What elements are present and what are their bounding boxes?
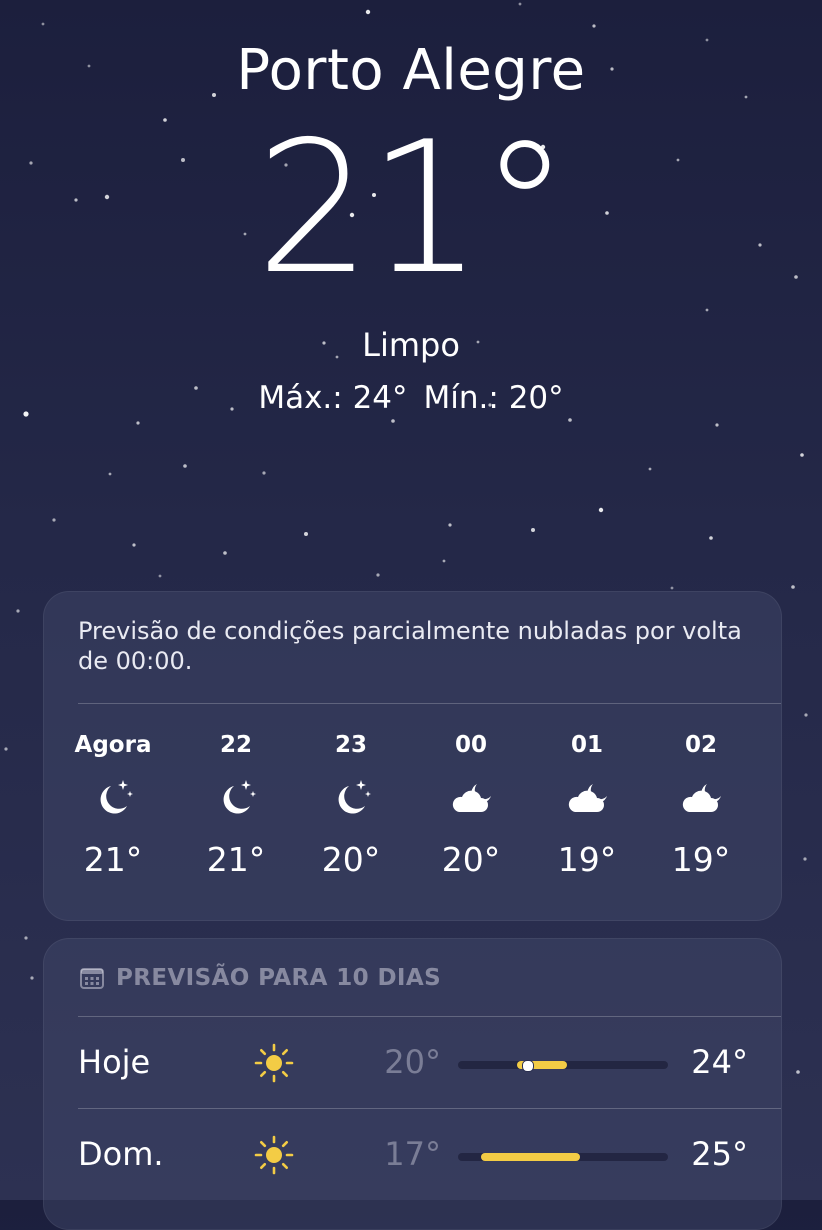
temp-range-bar xyxy=(458,1153,668,1161)
day-row[interactable]: Hoje 20° 24° xyxy=(44,1017,781,1109)
moon-stars-icon xyxy=(223,780,256,814)
day-row[interactable]: Dom. 17° 25° xyxy=(44,1109,781,1201)
condition-text: Limpo xyxy=(362,326,460,364)
cloud-moon-icon xyxy=(682,784,721,812)
hour-temp: 21° xyxy=(206,840,266,879)
ten-day-forecast-card[interactable]: PREVISÃO PARA 10 DIAS Hoje 20° 24° Dom. xyxy=(43,938,782,1230)
hour-label: 01 xyxy=(570,732,603,758)
day-name: Dom. xyxy=(78,1135,164,1173)
moon-stars-icon xyxy=(338,780,371,814)
high-low-temps: Máx.: 24° Mín.: 20° xyxy=(0,380,822,416)
hour-temp: 19° xyxy=(557,840,617,879)
day-high-temp: 25° xyxy=(691,1135,748,1173)
hour-label: 22 xyxy=(219,732,252,758)
cloud-moon-icon xyxy=(452,784,491,812)
hour-label: 02 xyxy=(684,732,717,758)
sun-icon xyxy=(254,1135,294,1175)
divider xyxy=(78,703,781,704)
sun-icon xyxy=(254,1043,294,1083)
day-high-temp: 24° xyxy=(691,1043,748,1081)
ten-day-header: PREVISÃO PARA 10 DIAS xyxy=(80,965,441,991)
calendar-icon xyxy=(80,968,104,989)
temp-range-fill xyxy=(481,1153,580,1161)
hour-temp: 19° xyxy=(671,840,731,879)
hour-temp: 21° xyxy=(83,840,143,879)
day-low-temp: 17° xyxy=(384,1135,441,1173)
high-temp: Máx.: 24° xyxy=(258,380,408,416)
temp-range-bar xyxy=(458,1060,668,1072)
low-temp: Mín.: 20° xyxy=(423,380,564,416)
hour-item[interactable]: 02 19° xyxy=(646,732,756,879)
city-name: Porto Alegre xyxy=(236,38,586,103)
day-name: Hoje xyxy=(78,1043,151,1081)
hour-label: 00 xyxy=(454,732,487,758)
day-low-temp: 20° xyxy=(384,1043,441,1081)
forecast-summary: Previsão de condições parcialmente nubla… xyxy=(78,617,742,675)
hourly-forecast-card[interactable]: Previsão de condições parcialmente nubla… xyxy=(43,591,782,921)
hour-temp: 20° xyxy=(321,840,381,879)
moon-stars-icon xyxy=(100,780,133,814)
ten-day-title: PREVISÃO PARA 10 DIAS xyxy=(116,965,442,991)
hour-item[interactable]: 00 20° xyxy=(416,732,526,879)
hour-label: Agora xyxy=(74,732,152,758)
cloud-moon-icon xyxy=(568,784,607,812)
hour-item[interactable]: 22 21° xyxy=(181,732,291,879)
current-temperature: 21° xyxy=(255,102,571,314)
current-temp-indicator xyxy=(522,1060,535,1072)
hour-temp: 20° xyxy=(441,840,501,879)
hour-item[interactable]: 01 19° xyxy=(532,732,642,879)
hour-item[interactable]: 23 20° xyxy=(296,732,406,879)
hour-label: 23 xyxy=(334,732,367,758)
hour-item[interactable]: Agora 21° xyxy=(58,732,168,879)
